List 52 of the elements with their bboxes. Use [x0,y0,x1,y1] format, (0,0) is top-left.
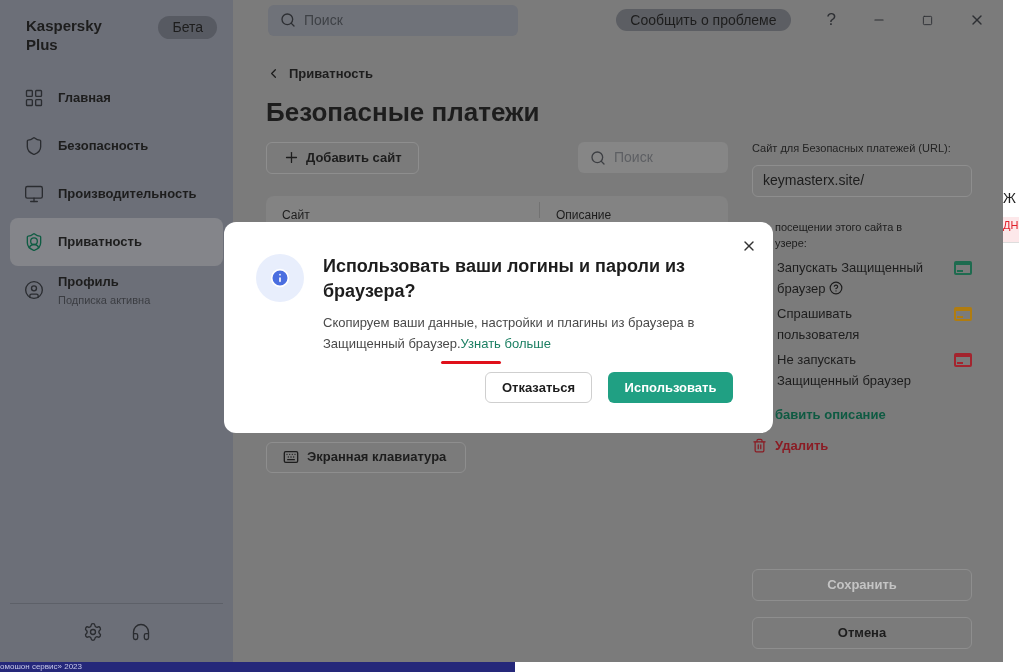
search-icon [590,149,606,166]
nav-icon [24,184,44,204]
nav-label: Профиль [58,273,120,291]
nav-icon [24,88,44,108]
nav-item[interactable]: Приватность [10,218,223,266]
nav-item[interactable]: Безопасность [10,122,223,170]
cancel-button[interactable]: Отмена [752,617,972,649]
back-link[interactable]: Приватность [266,64,728,84]
prompt-text: узере: [775,235,808,251]
page-fragment: ДН [1003,217,1019,243]
help-button[interactable]: ? [826,7,836,33]
page-title: Безопасные платежи [266,95,541,128]
delete-link[interactable]: Удалить [752,436,972,456]
brand-name: Kaspersky Plus [26,16,103,54]
on-screen-keyboard-button[interactable]: Экранная клавиатура [266,441,466,473]
prompt-text: посещении этого сайта в [775,219,904,235]
nav-icon [24,280,44,300]
url-field[interactable]: keymasterx.site/ [752,164,972,197]
nav-icon [24,136,44,156]
add-site-button[interactable]: Добавить сайт [266,141,419,174]
nav-label: Безопасность [58,137,149,156]
option-label[interactable]: Спрашивать пользователя [777,302,937,345]
nav-label: Производительность [58,185,197,204]
nav-item[interactable]: Главная [10,74,223,122]
maximize-icon[interactable] [922,14,933,26]
search-icon [280,12,296,28]
nav-icon [24,232,44,252]
dialog-title: Использовать ваши логины и пароли из браузера? [323,255,686,303]
use-button[interactable]: Использовать [608,372,733,403]
decline-button[interactable]: Отказаться [485,372,592,403]
option-label[interactable]: Запускать Защищенный браузер [777,256,937,299]
annotation-underline [440,361,501,364]
nav-item[interactable]: Производительность [10,170,223,218]
beta-badge: Бета [158,16,217,39]
support-icon[interactable] [130,622,151,642]
nav-label: Приватность [58,233,142,252]
column-header: Сайт [282,207,310,222]
page-fragment: Ж [1003,189,1017,208]
footer-strip: омошон сервис» 2023 [0,662,515,672]
column-header: Описание [556,207,612,222]
learn-more-link[interactable]: Узнать больше [460,336,551,351]
trash-icon [752,438,767,454]
info-icon [270,268,290,288]
url-label: Сайт для Безопасных платежей (URL): [752,141,952,156]
help-icon[interactable] [828,281,843,296]
plus-icon [283,149,300,166]
option-label[interactable]: Не запускать Защищенный браузер [777,348,937,391]
dialog-message: Скопируем ваши данные, настройки и плагины из браузера в Защищенный браузер.Узнать больше [323,312,733,354]
keyboard-icon [283,449,299,465]
settings-icon[interactable] [82,622,103,642]
nav-label: Главная [58,89,111,108]
report-problem-button[interactable]: Сообщить о проблеме [616,9,791,31]
